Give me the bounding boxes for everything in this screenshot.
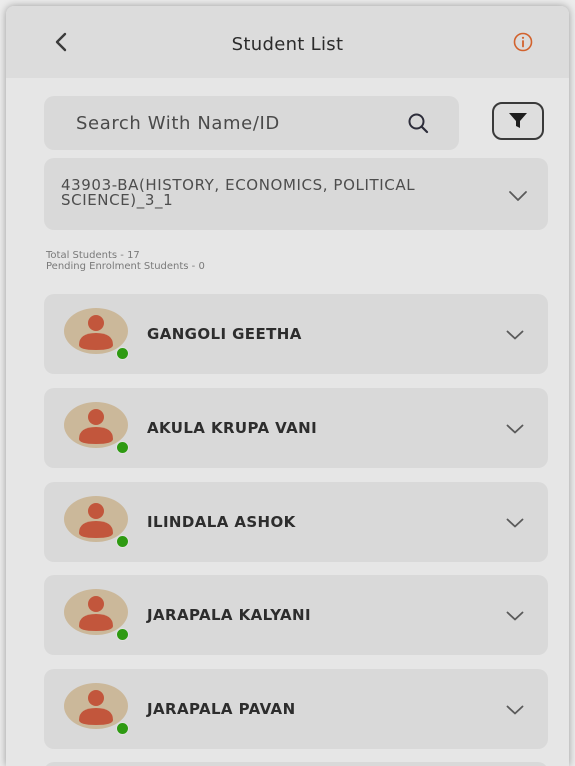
page-title: Student List xyxy=(231,34,344,55)
course-selected-value: 43903-BA(HISTORY, ECONOMICS, POLITICAL S… xyxy=(61,176,416,209)
filter-button[interactable] xyxy=(492,102,544,140)
app-header: Student List xyxy=(6,6,569,78)
chevron-down-icon[interactable] xyxy=(506,330,524,340)
enrolment-summary: Total Students - 17 Pending Enrolment St… xyxy=(46,250,205,272)
filter-icon xyxy=(509,113,527,128)
avatar xyxy=(64,589,129,641)
search-placeholder: Search With Name/ID xyxy=(76,113,280,134)
online-status-dot xyxy=(116,441,129,454)
chevron-down-icon[interactable] xyxy=(506,518,524,528)
search-icon[interactable] xyxy=(407,112,429,134)
online-status-dot xyxy=(116,347,129,360)
chevron-down-icon[interactable] xyxy=(506,611,524,621)
student-card[interactable]: JARAPALA KALYANI xyxy=(44,575,548,655)
avatar xyxy=(64,402,129,454)
online-status-dot xyxy=(116,535,129,548)
search-input[interactable]: Search With Name/ID xyxy=(44,96,459,150)
course-select[interactable]: 43903-BA(HISTORY, ECONOMICS, POLITICAL S… xyxy=(44,158,548,230)
student-card[interactable]: ILINDALA ASHOK xyxy=(44,482,548,562)
student-card[interactable]: JARAPALA PAVAN xyxy=(44,669,548,749)
student-card[interactable]: GANGOLI GEETHA xyxy=(44,294,548,374)
student-name: JARAPALA KALYANI xyxy=(147,606,311,624)
online-status-dot xyxy=(116,722,129,735)
online-status-dot xyxy=(116,628,129,641)
info-icon[interactable] xyxy=(513,32,533,52)
avatar xyxy=(64,496,129,548)
student-name: AKULA KRUPA VANI xyxy=(147,419,318,437)
student-name: ILINDALA ASHOK xyxy=(147,513,296,531)
pending-enrolment: Pending Enrolment Students - 0 xyxy=(46,261,205,272)
avatar xyxy=(64,683,129,735)
student-card[interactable]: AKULA KRUPA VANI xyxy=(44,388,548,468)
chevron-down-icon[interactable] xyxy=(506,705,524,715)
student-list-screen: Student List Search With Name/ID 43903-B… xyxy=(6,6,569,766)
student-name: JARAPALA PAVAN xyxy=(147,700,296,718)
chevron-down-icon xyxy=(509,191,527,201)
chevron-down-icon[interactable] xyxy=(506,424,524,434)
avatar xyxy=(64,308,129,360)
student-card-partial[interactable] xyxy=(44,762,548,766)
student-name: GANGOLI GEETHA xyxy=(147,325,302,343)
total-students: Total Students - 17 xyxy=(46,250,140,261)
